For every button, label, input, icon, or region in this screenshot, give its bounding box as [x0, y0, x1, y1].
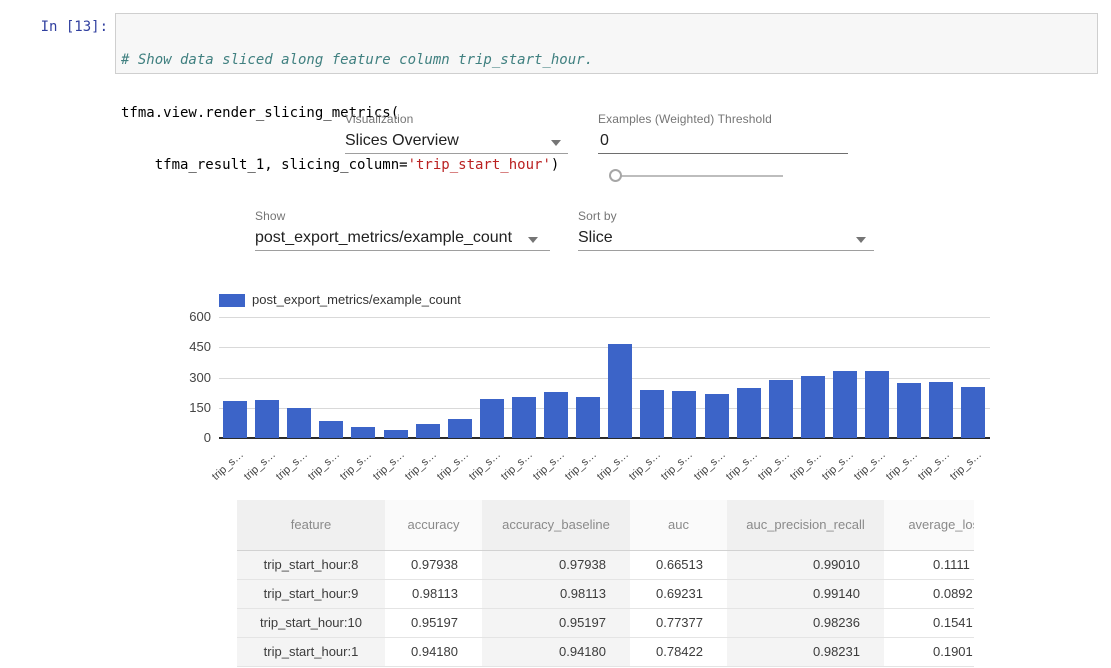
table-cell: 0.98236 [727, 608, 884, 637]
chart-bar[interactable] [384, 430, 408, 438]
y-tick-label: 450 [159, 339, 211, 354]
y-tick-label: 150 [159, 400, 211, 415]
chart-bar[interactable] [576, 397, 600, 438]
column-header-auc_precision_recall: auc_precision_recall [727, 500, 884, 550]
table-cell: 0.0892 [884, 579, 974, 608]
gridline [219, 347, 990, 348]
chart-bar[interactable] [319, 421, 343, 438]
column-header-feature: feature [237, 500, 385, 550]
table-cell: 0.95197 [482, 608, 630, 637]
chart-bar[interactable] [223, 401, 247, 438]
table-cell: 0.69231 [630, 579, 727, 608]
table-cell: trip_start_hour:1 [237, 637, 385, 666]
legend-label: post_export_metrics/example_count [252, 292, 461, 307]
column-header-accuracy_baseline: accuracy_baseline [482, 500, 630, 550]
chart-bar[interactable] [833, 371, 857, 438]
y-tick-label: 600 [159, 309, 211, 324]
table-cell: 0.97938 [482, 550, 630, 579]
table-cell: 0.99140 [727, 579, 884, 608]
chart-bar[interactable] [737, 388, 761, 438]
table-cell: 0.78422 [630, 637, 727, 666]
table-row: trip_start_hour:10.941800.941800.784220.… [237, 637, 974, 666]
column-header-accuracy: accuracy [385, 500, 482, 550]
legend-swatch [219, 294, 245, 307]
column-header-auc: auc [630, 500, 727, 550]
chart-bar[interactable] [897, 383, 921, 438]
metrics-table: featureaccuracyaccuracy_baselineaucauc_p… [237, 500, 974, 668]
chart-bar[interactable] [448, 419, 472, 438]
chart-bar[interactable] [351, 427, 375, 438]
table-cell: 0.98231 [727, 637, 884, 666]
table-row: trip_start_hour:100.951970.951970.773770… [237, 608, 974, 637]
table-cell: 0.1111 [884, 550, 974, 579]
table-cell: trip_start_hour:9 [237, 579, 385, 608]
y-tick-label: 300 [159, 370, 211, 385]
table-header: featureaccuracyaccuracy_baselineaucauc_p… [237, 500, 974, 550]
chart-bar[interactable] [480, 399, 504, 438]
chart-bar[interactable] [769, 380, 793, 438]
chart-bar[interactable] [640, 390, 664, 438]
table-cell: 0.77377 [630, 608, 727, 637]
table-cell: 0.95197 [385, 608, 482, 637]
table-cell: 0.94180 [482, 637, 630, 666]
table-cell: 0.66513 [630, 550, 727, 579]
chart-bar[interactable] [672, 391, 696, 438]
y-tick-label: 0 [159, 430, 211, 445]
chart-bar[interactable] [416, 424, 440, 438]
chart-bar[interactable] [544, 392, 568, 438]
chart-bar[interactable] [929, 382, 953, 438]
table-cell: 0.98113 [482, 579, 630, 608]
chart-bar[interactable] [255, 400, 279, 438]
table-cell: 0.94180 [385, 637, 482, 666]
table-cell: trip_start_hour:10 [237, 608, 385, 637]
table-cell: 0.98113 [385, 579, 482, 608]
chart-bar[interactable] [287, 408, 311, 438]
chart-bar[interactable] [865, 371, 889, 438]
chart-bar[interactable] [705, 394, 729, 438]
gridline [219, 317, 990, 318]
table-cell: 0.1901 [884, 637, 974, 666]
column-header-average_loss: average_loss [884, 500, 974, 550]
chart-bar[interactable] [608, 344, 632, 438]
chart-bar[interactable] [801, 376, 825, 438]
table-row: trip_start_hour:80.979380.979380.665130.… [237, 550, 974, 579]
table-cell: 0.97938 [385, 550, 482, 579]
table-cell: trip_start_hour:8 [237, 550, 385, 579]
table-cell: 0.1541 [884, 608, 974, 637]
chart-bar[interactable] [512, 397, 536, 438]
table-row: trip_start_hour:90.981130.981130.692310.… [237, 579, 974, 608]
chart-bar[interactable] [961, 387, 985, 438]
slices-bar-chart: post_export_metrics/example_count 0 150 30… [0, 0, 1111, 500]
table-cell: 0.99010 [727, 550, 884, 579]
